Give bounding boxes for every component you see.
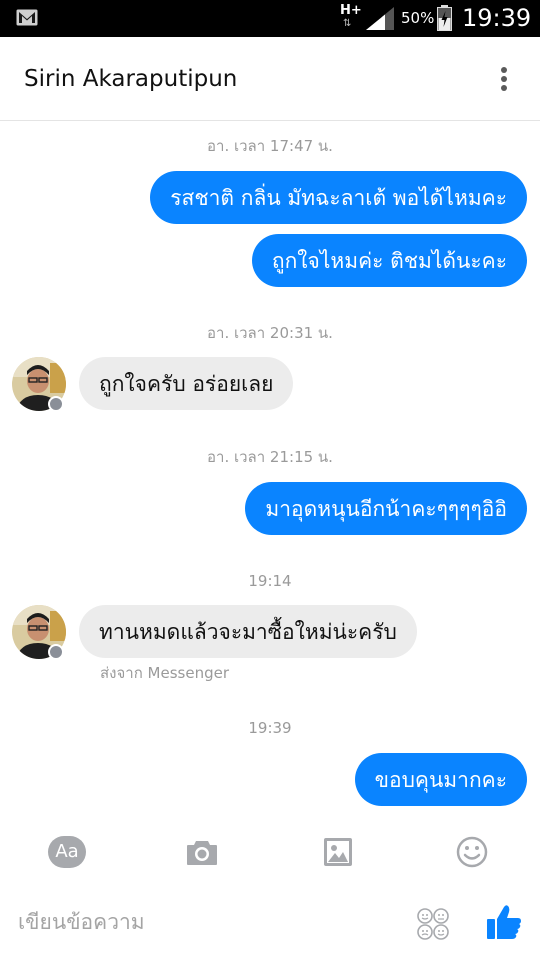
- timestamp: 19:39: [248, 719, 292, 737]
- outgoing-message[interactable]: ถูกใจไหมค่ะ ติชมได้นะคะ: [251, 234, 527, 287]
- data-arrows-icon: ⇅: [343, 18, 352, 29]
- camera-icon[interactable]: [184, 833, 220, 871]
- status-clock: 19:39: [462, 4, 532, 32]
- timestamp: 19:14: [248, 572, 292, 590]
- timestamp: อา. เวลา 21:15 น.: [207, 448, 333, 466]
- outgoing-message[interactable]: มาอุดหนุนอีกน้าคะๆๆๆๆอิอิ: [245, 482, 527, 535]
- menu-dot: [501, 76, 507, 82]
- emoji-icon[interactable]: [455, 833, 489, 871]
- text-format-button[interactable]: Aa: [48, 836, 86, 868]
- messenger-badge-icon: [48, 396, 64, 412]
- network-type: H+: [340, 3, 362, 18]
- incoming-message[interactable]: ถูกใจครับ อร่อยเลย: [79, 357, 294, 410]
- battery-percent: 50%: [401, 9, 435, 27]
- like-thumb-icon[interactable]: [486, 903, 522, 941]
- messenger-badge-icon: [48, 644, 64, 660]
- status-bar: H+ ⇅ 50% 19:39: [0, 0, 540, 37]
- contact-name[interactable]: Sirin Akaraputipun: [24, 64, 237, 94]
- gmail-icon: [16, 9, 38, 26]
- outgoing-message[interactable]: รสชาติ กลิ่น มัทฉะลาเต้ พอได้ไหมคะ: [150, 171, 527, 224]
- sent-from-label: ส่งจาก Messenger: [100, 664, 229, 682]
- conversation-header: Sirin Akaraputipun: [0, 37, 540, 121]
- timestamp: อา. เวลา 17:47 น.: [207, 137, 333, 155]
- message-list[interactable]: อา. เวลา 17:47 น. รสชาติ กลิ่น มัทฉะลาเต…: [0, 121, 540, 821]
- image-icon[interactable]: [322, 833, 354, 871]
- incoming-message[interactable]: ทานหมดแล้วจะมาซื้อใหม่น่ะครับ: [79, 605, 417, 658]
- outgoing-message[interactable]: ขอบคุนมากคะ: [354, 753, 527, 806]
- signal-icon: [366, 7, 394, 30]
- more-vertical-icon[interactable]: [492, 63, 516, 95]
- menu-dot: [501, 67, 507, 73]
- battery-icon: [437, 5, 452, 31]
- composer-toolbar: Aa: [0, 821, 540, 883]
- timestamp: อา. เวลา 20:31 น.: [207, 324, 333, 342]
- menu-dot: [501, 85, 507, 91]
- stickers-icon[interactable]: [416, 907, 450, 941]
- message-input[interactable]: [18, 905, 398, 939]
- composer-input-row: [0, 883, 540, 960]
